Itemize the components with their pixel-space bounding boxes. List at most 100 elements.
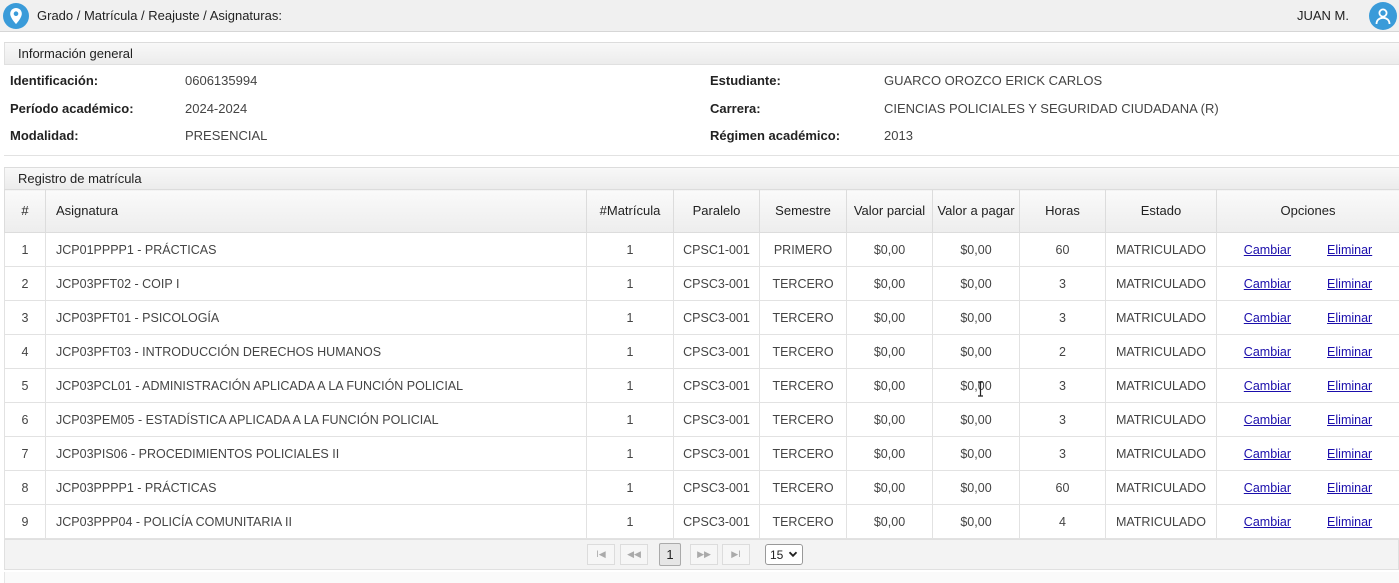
cell-semestre: TERCERO — [759, 504, 847, 539]
eliminar-link[interactable]: Eliminar — [1327, 277, 1372, 291]
cell-asignatura: JCP03PFT01 - PSICOLOGÍA — [45, 300, 587, 335]
info-label-periodo: Período académico: — [10, 101, 134, 116]
cell-semestre: TERCERO — [759, 402, 847, 437]
info-panel: Información general Identificación: 0606… — [4, 42, 1399, 156]
registro-table: # Asignatura #Matrícula Paralelo Semestr… — [4, 189, 1399, 539]
cell-estado: MATRICULADO — [1105, 504, 1217, 539]
eliminar-link[interactable]: Eliminar — [1327, 345, 1372, 359]
cell-semestre: TERCERO — [759, 368, 847, 403]
col-header-matricula[interactable]: #Matrícula — [586, 189, 674, 233]
registro-panel-title: Registro de matrícula — [4, 168, 1399, 190]
cell-valor-parcial: $0,00 — [846, 470, 933, 505]
table-row: 7 JCP03PIS06 - PROCEDIMIENTOS POLICIALES… — [4, 436, 1399, 471]
cell-horas: 3 — [1019, 402, 1106, 437]
cell-number: 8 — [4, 470, 46, 505]
table-row: 3 JCP03PFT01 - PSICOLOGÍA 1 CPSC3-001 TE… — [4, 300, 1399, 335]
col-header-opciones: Opciones — [1216, 189, 1399, 233]
info-label-identificacion: Identificación: — [10, 73, 99, 88]
col-header-semestre[interactable]: Semestre — [759, 189, 847, 233]
breadcrumb: Grado / Matrícula / Reajuste / Asignatur… — [37, 8, 282, 23]
cell-matricula: 1 — [586, 470, 674, 505]
cell-asignatura: JCP03PPPP1 - PRÁCTICAS — [45, 470, 587, 505]
cell-paralelo: CPSC3-001 — [673, 504, 760, 539]
cambiar-link[interactable]: Cambiar — [1244, 447, 1291, 461]
next-page-icon: ▶▶ — [697, 549, 711, 559]
cell-horas: 3 — [1019, 436, 1106, 471]
col-header-number[interactable]: # — [4, 189, 46, 233]
cambiar-link[interactable]: Cambiar — [1244, 243, 1291, 257]
cell-number: 9 — [4, 504, 46, 539]
map-pin-icon[interactable] — [3, 3, 29, 29]
col-header-paralelo[interactable]: Paralelo — [673, 189, 760, 233]
info-value-regimen: 2013 — [884, 128, 913, 143]
info-label-estudiante: Estudiante: — [710, 73, 781, 88]
cambiar-link[interactable]: Cambiar — [1244, 413, 1291, 427]
cambiar-link[interactable]: Cambiar — [1244, 277, 1291, 291]
col-header-horas[interactable]: Horas — [1019, 189, 1106, 233]
table-row: 9 JCP03PPP04 - POLICÍA COMUNITARIA II 1 … — [4, 504, 1399, 539]
eliminar-link[interactable]: Eliminar — [1327, 515, 1372, 529]
cell-paralelo: CPSC3-001 — [673, 266, 760, 301]
chevron-down-icon — [788, 551, 798, 558]
cell-opciones: Cambiar Eliminar — [1216, 402, 1399, 437]
cell-asignatura: JCP03PEM05 - ESTADÍSTICA APLICADA A LA F… — [45, 402, 587, 437]
last-page-button[interactable]: ▶I — [722, 544, 750, 565]
cell-semestre: TERCERO — [759, 266, 847, 301]
eliminar-link[interactable]: Eliminar — [1327, 481, 1372, 495]
info-value-carrera: CIENCIAS POLICIALES Y SEGURIDAD CIUDADAN… — [884, 101, 1219, 116]
cell-matricula: 1 — [586, 334, 674, 369]
cell-estado: MATRICULADO — [1105, 470, 1217, 505]
table-row: 4 JCP03PFT03 - INTRODUCCIÓN DERECHOS HUM… — [4, 334, 1399, 369]
pagination-bar: I◀ ◀◀ 1 ▶▶ ▶I 15 — [4, 539, 1399, 570]
cell-number: 4 — [4, 334, 46, 369]
table-row: 8 JCP03PPPP1 - PRÁCTICAS 1 CPSC3-001 TER… — [4, 470, 1399, 505]
info-label-modalidad: Modalidad: — [10, 128, 79, 143]
col-header-valor-pagar[interactable]: Valor a pagar — [932, 189, 1020, 233]
cell-number: 2 — [4, 266, 46, 301]
info-value-estudiante: GUARCO OROZCO ERICK CARLOS — [884, 73, 1103, 88]
page-size-value: 15 — [770, 547, 784, 562]
cell-valor-parcial: $0,00 — [846, 402, 933, 437]
cell-number: 1 — [4, 232, 46, 267]
col-header-estado[interactable]: Estado — [1105, 189, 1217, 233]
page-size-select[interactable]: 15 — [765, 544, 803, 565]
cell-semestre: PRIMERO — [759, 232, 847, 267]
cambiar-link[interactable]: Cambiar — [1244, 311, 1291, 325]
eliminar-link[interactable]: Eliminar — [1327, 379, 1372, 393]
col-header-asignatura[interactable]: Asignatura — [45, 189, 587, 233]
cell-valor-parcial: $0,00 — [846, 436, 933, 471]
cambiar-link[interactable]: Cambiar — [1244, 379, 1291, 393]
current-page-button[interactable]: 1 — [659, 543, 681, 566]
cell-horas: 4 — [1019, 504, 1106, 539]
prev-page-button[interactable]: ◀◀ — [620, 544, 648, 565]
user-icon[interactable] — [1369, 2, 1397, 30]
cell-estado: MATRICULADO — [1105, 266, 1217, 301]
cell-semestre: TERCERO — [759, 300, 847, 335]
table-row: 2 JCP03PFT02 - COIP I 1 CPSC3-001 TERCER… — [4, 266, 1399, 301]
col-header-valor-parcial[interactable]: Valor parcial — [846, 189, 933, 233]
eliminar-link[interactable]: Eliminar — [1327, 311, 1372, 325]
cell-opciones: Cambiar Eliminar — [1216, 300, 1399, 335]
cambiar-link[interactable]: Cambiar — [1244, 515, 1291, 529]
eliminar-link[interactable]: Eliminar — [1327, 243, 1372, 257]
cambiar-link[interactable]: Cambiar — [1244, 345, 1291, 359]
cell-number: 6 — [4, 402, 46, 437]
cell-estado: MATRICULADO — [1105, 368, 1217, 403]
cell-horas: 60 — [1019, 232, 1106, 267]
cell-horas: 3 — [1019, 300, 1106, 335]
info-value-identificacion: 0606135994 — [185, 73, 258, 88]
cell-matricula: 1 — [586, 300, 674, 335]
cell-matricula: 1 — [586, 402, 674, 437]
eliminar-link[interactable]: Eliminar — [1327, 447, 1372, 461]
cell-estado: MATRICULADO — [1105, 436, 1217, 471]
cell-opciones: Cambiar Eliminar — [1216, 266, 1399, 301]
cell-number: 3 — [4, 300, 46, 335]
next-page-button[interactable]: ▶▶ — [690, 544, 718, 565]
cell-asignatura: JCP03PCL01 - ADMINISTRACIÓN APLICADA A L… — [45, 368, 587, 403]
first-page-button[interactable]: I◀ — [587, 544, 615, 565]
eliminar-link[interactable]: Eliminar — [1327, 413, 1372, 427]
cell-matricula: 1 — [586, 436, 674, 471]
cambiar-link[interactable]: Cambiar — [1244, 481, 1291, 495]
cell-asignatura: JCP03PIS06 - PROCEDIMIENTOS POLICIALES I… — [45, 436, 587, 471]
cell-valor-parcial: $0,00 — [846, 334, 933, 369]
